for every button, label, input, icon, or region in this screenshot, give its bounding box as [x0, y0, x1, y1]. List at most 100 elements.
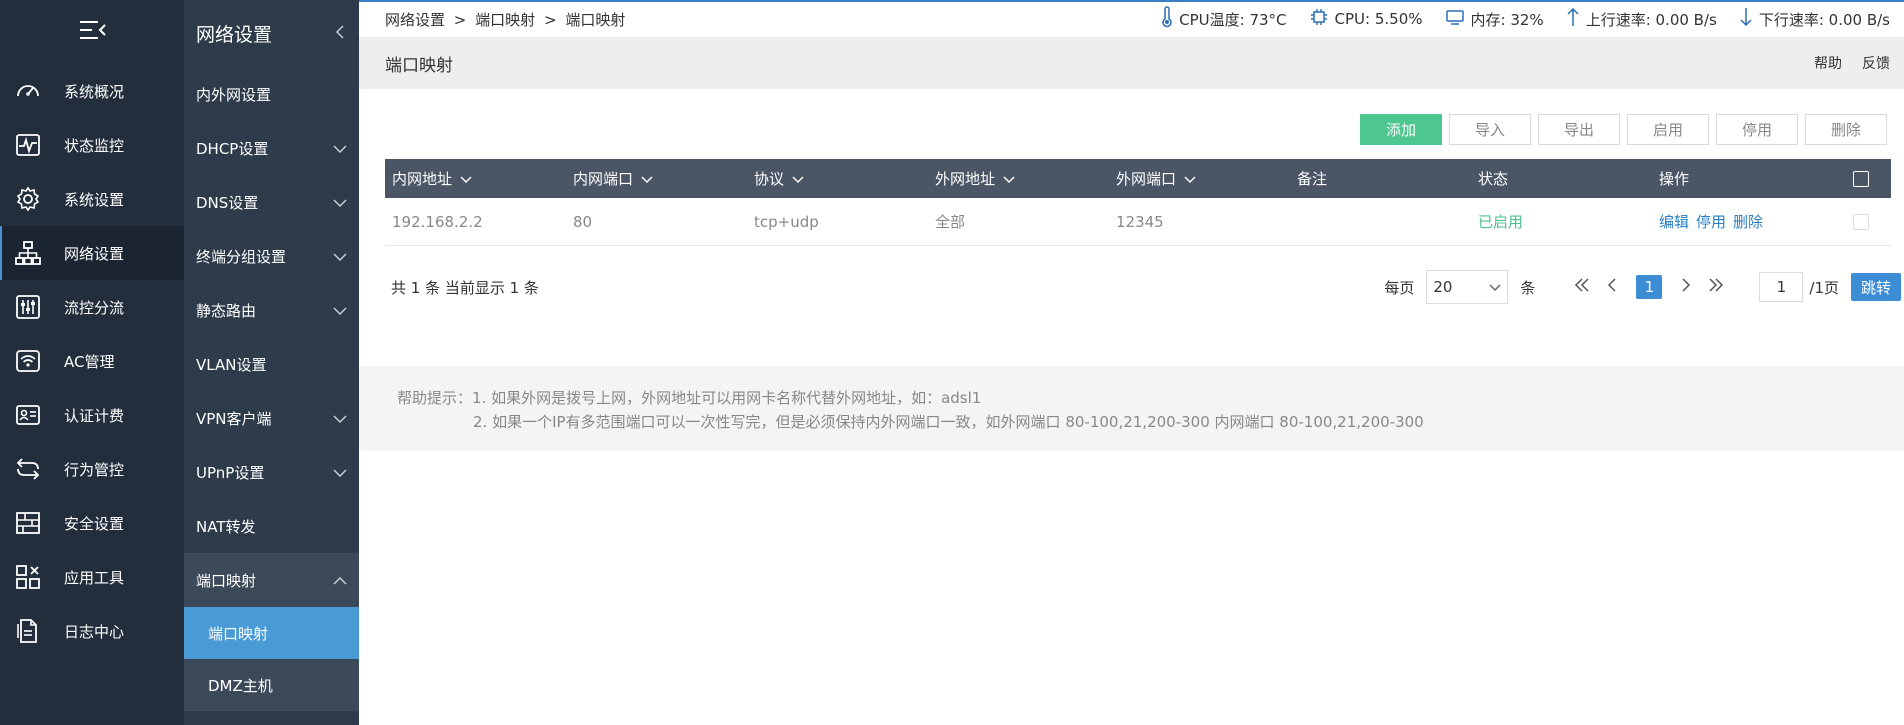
nav-item-ac-management[interactable]: AC管理 [0, 334, 184, 388]
download-stat: 下行速率: 0.00 B/s [1739, 7, 1890, 31]
id-card-icon [14, 401, 42, 429]
subnav-item-upnp[interactable]: UPnP设置 [184, 445, 359, 499]
cell-wan-port: 12345 [1116, 212, 1164, 231]
nav-item-security-settings[interactable]: 安全设置 [0, 496, 184, 550]
row-checkbox[interactable] [1853, 213, 1869, 230]
subnav-item-vpn-client[interactable]: VPN客户端 [184, 391, 359, 445]
subnav-item-lan-wan[interactable]: 内外网设置 [184, 67, 359, 121]
help-link[interactable]: 帮助 [1814, 53, 1842, 73]
last-page-button[interactable] [1704, 275, 1728, 299]
subnav-item-label: VPN客户端 [196, 409, 272, 428]
nav-item-auth-billing[interactable]: 认证计费 [0, 388, 184, 442]
double-chevron-right-icon [1708, 278, 1724, 296]
export-button[interactable]: 导出 [1538, 114, 1620, 145]
subnav-item-vlan[interactable]: VLAN设置 [184, 337, 359, 391]
column-header-protocol[interactable]: 协议 [747, 168, 928, 189]
port-mapping-table: 内网地址 内网端口 协议 外网地址 外网端口 备注 状态 操作 192.168.… [385, 159, 1891, 246]
column-header-lan-ip[interactable]: 内网地址 [385, 168, 566, 189]
delete-link[interactable]: 删除 [1733, 211, 1763, 232]
jump-button[interactable]: 跳转 [1851, 273, 1901, 301]
page-number-button[interactable]: 1 [1636, 275, 1663, 299]
chevron-up-icon [333, 571, 347, 589]
primary-sidebar: 系统概况 状态监控 系统设置 网络设置 流控分流 AC管理 认证计费 行为管控 … [0, 0, 184, 725]
nav-item-label: 系统设置 [64, 190, 125, 209]
breadcrumb-separator: > [543, 10, 557, 29]
breadcrumb-item[interactable]: 网络设置 [385, 11, 445, 29]
chevron-down-icon [792, 170, 804, 188]
download-value: 下行速率: 0.00 B/s [1758, 10, 1890, 29]
wifi-icon [14, 347, 42, 375]
menu-collapse-icon [78, 19, 106, 45]
nav-item-app-tools[interactable]: 应用工具 [0, 550, 184, 604]
column-header-label: 操作 [1659, 170, 1690, 188]
nav-item-system-overview[interactable]: 系统概况 [0, 64, 184, 118]
sliders-icon [14, 293, 42, 321]
chip-icon [1309, 7, 1335, 31]
delete-button[interactable]: 删除 [1805, 114, 1887, 145]
add-button[interactable]: 添加 [1360, 114, 1442, 145]
chevron-left-icon [1607, 278, 1617, 296]
cell-lan-port: 80 [573, 212, 593, 231]
nav-item-log-center[interactable]: 日志中心 [0, 604, 184, 658]
import-button[interactable]: 导入 [1449, 114, 1531, 145]
nav-item-status-monitor[interactable]: 状态监控 [0, 118, 184, 172]
enable-button[interactable]: 启用 [1627, 114, 1709, 145]
nav-item-traffic-control[interactable]: 流控分流 [0, 280, 184, 334]
column-header-label: 内网端口 [573, 170, 634, 188]
feedback-link[interactable]: 反馈 [1862, 53, 1890, 73]
nav-item-system-settings[interactable]: 系统设置 [0, 172, 184, 226]
disable-button[interactable]: 停用 [1716, 114, 1798, 145]
total-pages-label: /1页 [1809, 278, 1839, 297]
column-header-label: 内网地址 [392, 170, 453, 188]
chevron-down-icon [333, 409, 347, 427]
column-header-label: 协议 [754, 170, 785, 188]
cell-protocol: tcp+udp [754, 212, 819, 231]
column-header-label: 外网端口 [1116, 170, 1177, 188]
select-all-checkbox[interactable] [1853, 170, 1869, 187]
nav-item-label: 行为管控 [64, 460, 125, 479]
subnav-item-label: 端口映射 [196, 571, 257, 590]
document-icon [14, 617, 42, 645]
subnav-item-nat[interactable]: NAT转发 [184, 499, 359, 553]
page-title: 端口映射 [385, 55, 453, 76]
cpu-value: CPU: 5.50% [1334, 10, 1423, 28]
per-page-value: 20 [1433, 278, 1453, 296]
nav-item-label: 认证计费 [64, 406, 125, 425]
memory-value: 内存: 32% [1470, 10, 1544, 29]
nav-item-network-settings[interactable]: 网络设置 [0, 226, 184, 280]
disable-link[interactable]: 停用 [1696, 211, 1726, 232]
column-header-wan-ip[interactable]: 外网地址 [928, 168, 1109, 189]
subnav-item-dhcp[interactable]: DHCP设置 [184, 121, 359, 175]
nav-item-behavior-control[interactable]: 行为管控 [0, 442, 184, 496]
column-header-label: 备注 [1297, 170, 1328, 188]
page-jump-input[interactable]: 1 [1759, 272, 1804, 302]
chevron-down-icon [333, 247, 347, 265]
per-page-select[interactable]: 20 [1426, 270, 1509, 304]
arrows-icon [14, 455, 42, 483]
per-page-label: 每页 [1384, 278, 1415, 297]
menu-toggle-button[interactable] [0, 0, 184, 64]
next-page-button[interactable] [1674, 275, 1698, 299]
column-header-lan-port[interactable]: 内网端口 [566, 168, 747, 189]
prev-page-button[interactable] [1600, 275, 1624, 299]
edit-link[interactable]: 编辑 [1659, 211, 1689, 232]
subnav-subitem-port-mapping[interactable]: 端口映射 [184, 607, 359, 659]
subnav-item-dns[interactable]: DNS设置 [184, 175, 359, 229]
page-title-bar: 端口映射 帮助 反馈 [359, 37, 1904, 89]
help-tips: 帮助提示：1. 如果外网是拨号上网，外网地址可以用网卡名称代替外网地址，如：ad… [359, 366, 1904, 451]
pagination-total: 共 1 条 当前显示 1 条 [391, 278, 539, 297]
help-tip-line: 2. 如果一个IP有多范围端口可以一次性写完，但是必须保持内外网端口一致，如外网… [473, 413, 1424, 431]
collapse-left-icon[interactable] [335, 23, 345, 45]
column-header-label: 状态 [1478, 170, 1509, 188]
subnav-item-terminal-group[interactable]: 终端分组设置 [184, 229, 359, 283]
breadcrumb-item[interactable]: 端口映射 [475, 11, 535, 29]
nav-item-label: 系统概况 [64, 82, 125, 101]
subnav-item-static-route[interactable]: 静态路由 [184, 283, 359, 337]
subnav-item-port-mapping[interactable]: 端口映射 [184, 553, 359, 607]
memory-stat: 内存: 32% [1445, 8, 1544, 30]
first-page-button[interactable] [1570, 275, 1594, 299]
chevron-right-icon [1681, 278, 1691, 296]
subnav-subitem-dmz-host[interactable]: DMZ主机 [184, 659, 359, 711]
memory-icon [1445, 8, 1471, 30]
column-header-wan-port[interactable]: 外网端口 [1109, 168, 1290, 189]
